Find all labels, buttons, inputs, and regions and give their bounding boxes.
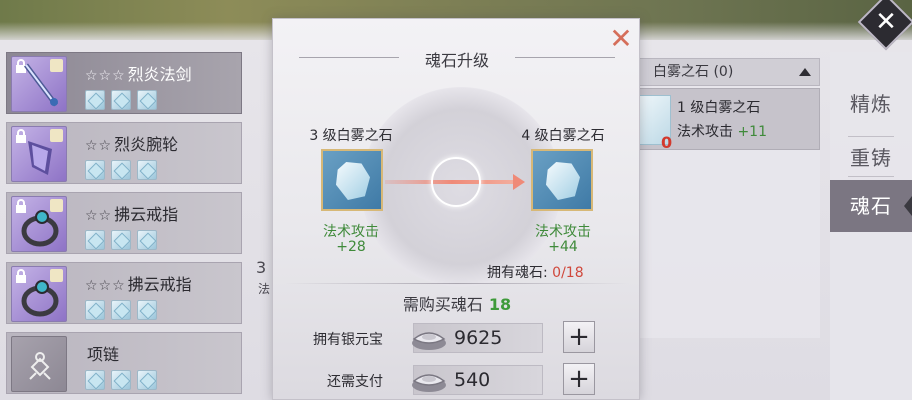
gem-slots (85, 90, 157, 110)
background-text: 法 (258, 282, 271, 296)
current-stone-slot[interactable] (321, 149, 383, 211)
soulstone-item[interactable]: 0 1 级白雾之石 法术攻击 +11 (636, 88, 820, 152)
soulstone-dropdown[interactable]: 白雾之石 (0) (636, 58, 820, 86)
item-stars: ☆☆☆ (85, 68, 126, 84)
soulstone-gem-icon (336, 162, 370, 200)
equipment-item[interactable]: ☆☆☆ 拂云戒指 (6, 262, 242, 324)
gem-slot-icon (137, 90, 157, 110)
current-stone-name: 3 级白雾之石 (309, 128, 393, 144)
gem-slot-icon (111, 370, 131, 390)
gem-slot-icon (85, 300, 105, 320)
soulstone-stat-value: +11 (737, 124, 767, 140)
equipment-item[interactable]: 项链 (6, 332, 242, 394)
tab-soulstone[interactable]: 魂石 (830, 180, 912, 232)
item-stars: ☆☆ (85, 138, 113, 154)
gem-slot-icon (111, 160, 131, 180)
soulstone-count: 0 (661, 133, 673, 152)
gem-slots (85, 230, 157, 250)
gem-slot-icon (85, 90, 105, 110)
gem-slot-icon (85, 160, 105, 180)
soulstone-name: 1 级白雾之石 (677, 100, 761, 116)
owned-soulstones: 拥有魂石: 0/18 (487, 262, 584, 282)
owned-silver-value: 9625 (454, 327, 503, 349)
tab-refine[interactable]: 精炼 (836, 78, 906, 130)
silver-ingot-icon (412, 332, 446, 350)
gem-slot-icon (111, 300, 131, 320)
ring-icon (11, 266, 67, 322)
purchase-needed-value: 18 (488, 295, 512, 314)
equipment-item[interactable]: ☆☆☆ 烈炎法剑 (6, 52, 242, 114)
bracer-icon (11, 126, 67, 182)
silver-ingot-icon (412, 374, 446, 392)
gem-slot-icon (137, 160, 157, 180)
equipment-item[interactable]: ☆☆ 拂云戒指 (6, 192, 242, 254)
upgrade-arrow-icon (513, 174, 525, 190)
sword-icon (11, 56, 67, 112)
item-name: 拂云戒指 (114, 205, 179, 224)
next-stat-name: 法术攻击 (535, 224, 591, 240)
add-payment-button[interactable]: + (563, 363, 595, 395)
soulstone-gem-icon (546, 162, 580, 200)
tab-pointer-icon (904, 196, 912, 216)
item-stars: ☆☆☆ (85, 278, 126, 294)
purchase-needed-label: 需购买魂石 (402, 295, 483, 314)
gem-slot-icon (111, 90, 131, 110)
close-icon[interactable]: ✕ (866, 2, 906, 42)
ring-icon (11, 196, 67, 252)
next-stone-name: 4 级白雾之石 (521, 128, 605, 144)
side-tabs: 精炼 重铸 魂石 (830, 52, 912, 400)
gem-slot-icon (85, 370, 105, 390)
gem-slot-icon (137, 230, 157, 250)
item-name: 烈炎法剑 (127, 65, 192, 84)
gem-slots (85, 370, 157, 390)
add-silver-button[interactable]: + (563, 321, 595, 353)
soulstone-dropdown-label: 白雾之石 (0) (653, 64, 734, 80)
remaining-payment-label: 还需支付 (327, 374, 383, 390)
gem-slot-icon (111, 230, 131, 250)
soulstone-upgrade-dialog: 魂石升级 ✕ 3 级白雾之石 法术攻击 +28 4 级白雾之石 法术攻击 +44… (272, 18, 640, 400)
item-stars: ☆☆ (85, 208, 113, 224)
owned-label: 拥有魂石: (487, 265, 548, 281)
gem-slots (85, 300, 157, 320)
next-stat-value: +44 (548, 239, 578, 255)
glow-ring (431, 157, 481, 207)
dialog-close-icon[interactable]: ✕ (607, 25, 635, 53)
gem-slots (85, 160, 157, 180)
purchase-needed: 需购买魂石 18 (273, 291, 641, 315)
item-name: 拂云戒指 (127, 275, 192, 294)
gem-slot-icon (137, 370, 157, 390)
owned-value: 0/18 (552, 265, 584, 281)
gem-slot-icon (85, 230, 105, 250)
remaining-payment-field: 540 (412, 365, 543, 395)
next-stone-slot[interactable] (531, 149, 593, 211)
necklace-icon (11, 336, 67, 392)
current-stat-name: 法术攻击 (323, 224, 379, 240)
soulstone-panel: 白雾之石 (0) 0 1 级白雾之石 法术攻击 +11 (636, 58, 820, 338)
equipment-item[interactable]: ☆☆ 烈炎腕轮 (6, 122, 242, 184)
gem-slot-icon (137, 300, 157, 320)
current-stat-value: +28 (336, 239, 366, 255)
background-text: 3 (256, 258, 267, 277)
owned-silver-label: 拥有银元宝 (313, 332, 383, 348)
item-name: 烈炎腕轮 (114, 135, 179, 154)
section-divider (285, 283, 629, 284)
dialog-title: 魂石升级 (424, 51, 489, 70)
collapse-arrow-icon[interactable] (799, 68, 811, 76)
owned-silver-field: 9625 (412, 323, 543, 353)
remaining-payment-value: 540 (454, 369, 491, 391)
tab-divider (848, 176, 894, 177)
item-name: 项链 (87, 345, 120, 364)
soulstone-stat-name: 法术攻击 (677, 124, 733, 140)
